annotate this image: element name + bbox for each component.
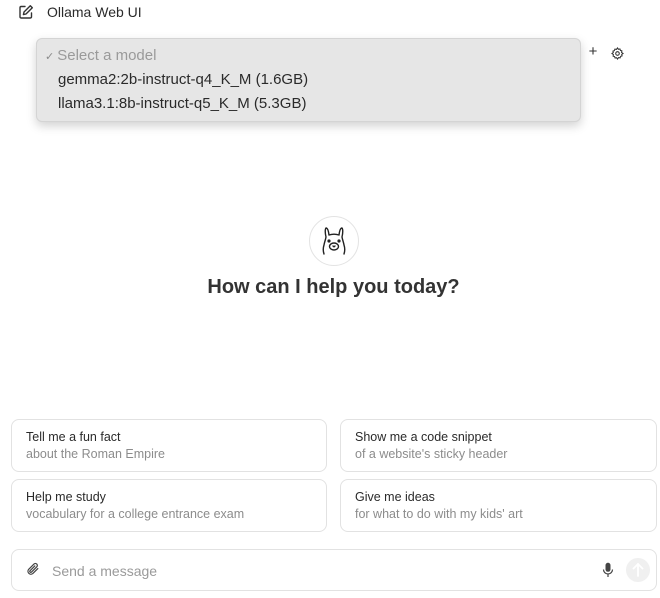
message-composer [11,549,657,591]
suggestion-subtitle: vocabulary for a college entrance exam [26,507,245,521]
suggestion-title: Show me a code snippet [355,430,492,444]
new-chat-icon[interactable] [18,4,34,20]
suggestion-subtitle: of a website's sticky header [355,447,508,461]
arrow-up-icon [632,563,644,577]
send-button[interactable] [626,558,650,582]
placeholder-label: Select a model [57,47,157,64]
model-option-placeholder[interactable]: ✓ Select a model [45,47,156,64]
model-option-gemma2[interactable]: gemma2:2b-instruct-q4_K_M (1.6GB) [58,71,308,88]
suggestion-card-study[interactable]: Help me study vocabulary for a college e… [11,479,327,532]
paperclip-icon[interactable] [26,562,40,576]
suggestion-card-code-snippet[interactable]: Show me a code snippet of a website's st… [340,419,657,472]
add-model-icon[interactable]: + [587,44,599,59]
suggestion-subtitle: for what to do with my kids' art [355,507,523,521]
suggestion-subtitle: about the Roman Empire [26,447,165,461]
suggestion-title: Tell me a fun fact [26,430,121,444]
suggestion-card-fun-fact[interactable]: Tell me a fun fact about the Roman Empir… [11,419,327,472]
app-window: Ollama Web UI ✓ Select a model gemma2:2b-… [0,0,660,598]
model-select-dropdown[interactable]: ✓ Select a model gemma2:2b-instruct-q4_K_… [36,38,581,122]
model-option-llama3[interactable]: llama3.1:8b-instruct-q5_K_M (5.3GB) [58,95,306,112]
greeting-heading: How can I help you today? [207,276,460,298]
microphone-icon[interactable] [602,562,614,578]
gear-icon[interactable] [611,47,624,60]
header: Ollama Web UI [0,0,660,26]
suggestion-title: Give me ideas [355,490,435,504]
app-title: Ollama Web UI [47,4,142,20]
llama-logo-icon [309,216,359,266]
checkmark-icon: ✓ [45,51,55,63]
suggestion-card-ideas[interactable]: Give me ideas for what to do with my kid… [340,479,657,532]
suggestion-title: Help me study [26,490,106,504]
message-input[interactable] [50,558,594,584]
